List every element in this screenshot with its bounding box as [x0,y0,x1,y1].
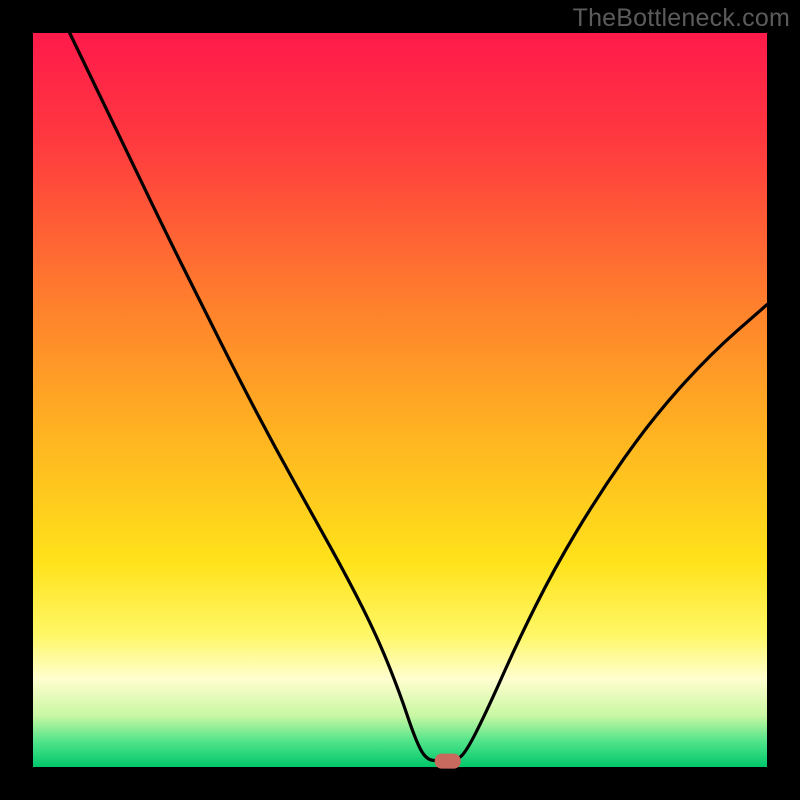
bottleneck-chart [0,0,800,800]
chart-frame: TheBottleneck.com [0,0,800,800]
watermark-text: TheBottleneck.com [573,4,790,33]
gradient-background [33,33,767,767]
optimal-marker [435,754,461,769]
